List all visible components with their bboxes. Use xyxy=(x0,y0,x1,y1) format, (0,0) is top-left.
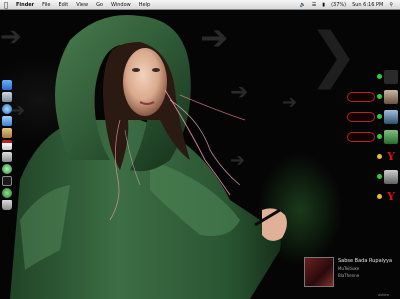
battery-percent[interactable]: (37%) xyxy=(328,0,349,10)
track-extra: dsfdre xyxy=(378,293,390,297)
album-art xyxy=(304,257,334,287)
menu-help[interactable]: Help xyxy=(135,0,154,10)
status-away-icon xyxy=(377,154,382,159)
safari-icon[interactable] xyxy=(2,104,12,114)
battery-icon[interactable]: ▮ xyxy=(319,0,328,10)
buddy-list: Y Y xyxy=(338,68,398,205)
menu-finder[interactable]: Finder xyxy=(12,0,38,10)
status-available-icon xyxy=(377,74,382,79)
buddy-avatar xyxy=(384,69,398,84)
track-album: BlaThenne xyxy=(338,273,360,278)
status-available-icon xyxy=(377,94,382,99)
volume-icon[interactable]: 🔈 xyxy=(297,0,309,10)
menu-bar:  Finder File Edit View Go Window Help 🔈… xyxy=(0,0,400,10)
wallpaper-photo xyxy=(10,15,287,299)
yahoo-icon: Y xyxy=(387,190,395,203)
ichat-icon[interactable] xyxy=(2,116,12,126)
apple-icon[interactable]:  xyxy=(0,0,12,10)
ical-icon[interactable] xyxy=(2,140,12,150)
buddy-avatar xyxy=(384,129,398,144)
menu-window[interactable]: Window xyxy=(107,0,135,10)
track-artist: MuTeitiuke xyxy=(338,266,360,271)
status-available-icon xyxy=(377,114,382,119)
buddy-item[interactable]: Y xyxy=(338,188,398,205)
menu-edit[interactable]: Edit xyxy=(55,0,73,10)
addressbook-icon[interactable] xyxy=(2,128,12,138)
buddy-item[interactable] xyxy=(338,168,398,185)
finder-icon[interactable] xyxy=(2,80,12,90)
yahoo-icon: Y xyxy=(387,150,395,163)
preview-icon[interactable] xyxy=(2,152,12,162)
buddy-item[interactable] xyxy=(338,108,398,125)
dock xyxy=(2,80,14,210)
buddy-item[interactable] xyxy=(338,88,398,105)
mail-icon[interactable] xyxy=(2,92,12,102)
menu-clock[interactable]: Sun 6:16 PM xyxy=(349,0,386,10)
message-bubble xyxy=(347,131,375,142)
buddy-item[interactable]: Y xyxy=(338,148,398,165)
wifi-icon[interactable]: ☰ xyxy=(309,0,319,10)
status-available-icon xyxy=(377,134,382,139)
now-playing-text: Sabse Bada Rupaiyya MuTeitiuke BlaThenne xyxy=(338,257,392,297)
buddy-avatar xyxy=(384,89,398,104)
message-bubble xyxy=(347,111,375,122)
buddy-avatar xyxy=(384,169,398,184)
menu-extras: 🔈 ☰ ▮ (37%) Sun 6:16 PM ⚲ xyxy=(297,0,400,10)
status-away-icon xyxy=(377,194,382,199)
desktop: ➔ ➔ ❯ ➔ ➔ ➔ ➔ ➔ xyxy=(0,10,400,299)
buddy-avatar xyxy=(384,109,398,124)
terminal-icon[interactable] xyxy=(2,176,12,186)
itunes-icon[interactable] xyxy=(2,164,12,174)
trash-icon[interactable] xyxy=(2,200,12,210)
menu-go[interactable]: Go xyxy=(92,0,107,10)
message-bubble xyxy=(347,91,375,102)
spotlight-icon[interactable]: ⚲ xyxy=(386,0,396,10)
adium-icon[interactable] xyxy=(2,188,12,198)
buddy-item[interactable] xyxy=(338,68,398,85)
menu-file[interactable]: File xyxy=(38,0,54,10)
track-title: Sabse Bada Rupaiyya xyxy=(338,258,393,264)
menu-view[interactable]: View xyxy=(72,0,92,10)
buddy-item[interactable] xyxy=(338,128,398,145)
now-playing-widget[interactable]: Sabse Bada Rupaiyya MuTeitiuke BlaThenne… xyxy=(304,257,398,297)
status-available-icon xyxy=(377,174,382,179)
